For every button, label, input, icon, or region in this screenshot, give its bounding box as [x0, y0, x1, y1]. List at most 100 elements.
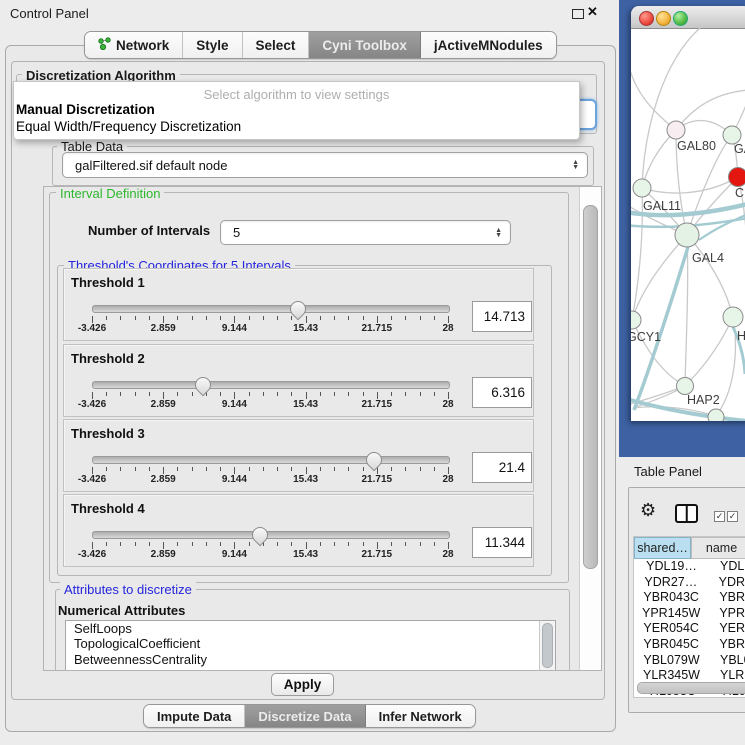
network-node[interactable] — [708, 409, 724, 421]
slider-tick-label: 9.144 — [222, 549, 247, 560]
slider-tick — [334, 316, 335, 320]
tab-jactivemnodules[interactable]: jActiveMNodules — [421, 32, 556, 58]
slider-tick-label: 21.715 — [362, 323, 393, 334]
float-panel-icon[interactable] — [572, 9, 584, 19]
threshold-slider-track[interactable] — [92, 305, 450, 313]
network-edge[interactable] — [642, 177, 738, 193]
tab-select[interactable]: Select — [243, 32, 310, 58]
network-node[interactable] — [631, 311, 641, 329]
zoom-window-icon[interactable] — [673, 11, 688, 26]
table-hscrollbar-thumb[interactable] — [637, 682, 745, 694]
slider-tick — [277, 392, 278, 396]
combo-arrows-icon: ▲▼ — [495, 228, 502, 238]
table-data-combobox-value: galFiltered.sif default node — [75, 158, 227, 173]
network-node[interactable] — [675, 223, 699, 247]
table-row[interactable]: YDR27…YDR2 — [634, 575, 745, 591]
table-data-combobox[interactable]: galFiltered.sif default node ▲▼ — [62, 152, 588, 178]
threshold-panel: Threshold 1-3.4262.8599.14415.4321.71528… — [63, 268, 534, 341]
settings-scrollbar[interactable] — [579, 187, 601, 670]
table-row[interactable]: YER054CYER0 — [634, 621, 745, 637]
slider-tick — [106, 316, 107, 320]
slider-tick — [334, 542, 335, 546]
tab-label: Style — [196, 38, 228, 53]
threshold-slider-thumb[interactable] — [192, 374, 215, 397]
slider-tick — [263, 392, 264, 396]
slider-tick-label: 2.859 — [151, 323, 176, 334]
slider-tick — [391, 392, 392, 396]
number-of-intervals-value: 5 — [233, 225, 240, 240]
threshold-value-field[interactable]: 6.316 — [472, 377, 532, 408]
cell-shared-name: YER054C — [634, 621, 708, 637]
numerical-attributes-list[interactable]: SelfLoopsTopologicalCoefficientBetweenne… — [65, 620, 556, 671]
attribute-list-item[interactable]: TopologicalCoefficient — [66, 636, 555, 651]
table-row[interactable]: YBR043CYBR0 — [634, 590, 745, 606]
tab-discretize-data[interactable]: Discretize Data — [245, 705, 365, 727]
network-node[interactable] — [677, 378, 694, 395]
slider-tick — [149, 467, 150, 471]
gear-icon[interactable]: ⚙ — [640, 501, 656, 519]
table-column-header[interactable]: name — [691, 537, 745, 559]
slider-tick — [163, 316, 164, 323]
close-panel-icon[interactable]: ✕ — [587, 4, 598, 20]
network-edge[interactable] — [687, 235, 733, 317]
tab-infer-network[interactable]: Infer Network — [366, 705, 475, 727]
node-attribute-table[interactable]: shared…name YDL19…YDL1YDR27…YDR2YBR043CY… — [633, 536, 745, 698]
slider-tick — [334, 392, 335, 396]
slider-tick — [92, 392, 93, 399]
attribute-list-item[interactable]: SelfLoops — [66, 621, 555, 636]
algorithm-option[interactable]: Equal Width/Frequency Discretization — [16, 119, 241, 134]
network-edge[interactable] — [699, 214, 745, 240]
network-node[interactable] — [667, 121, 685, 139]
tab-cyni-toolbox[interactable]: Cyni Toolbox — [309, 32, 421, 58]
network-node[interactable] — [633, 179, 651, 197]
algorithm-option[interactable]: Manual Discretization — [16, 102, 155, 117]
attribute-list-item[interactable]: BetweennessCentrality — [66, 652, 555, 667]
threshold-value-field[interactable]: 21.4 — [472, 452, 532, 483]
network-edge[interactable] — [685, 317, 733, 386]
minimize-window-icon[interactable] — [656, 11, 671, 26]
cell-name: YBL0 — [709, 653, 745, 669]
slider-tick — [149, 316, 150, 320]
settings-scrollpane: Interval Definition Number of Intervals … — [43, 186, 602, 671]
network-node[interactable] — [723, 307, 743, 327]
slider-tick — [405, 467, 406, 471]
apply-button[interactable]: Apply — [271, 673, 334, 696]
tab-network[interactable]: Network — [85, 32, 183, 58]
network-node[interactable] — [729, 168, 745, 187]
slider-tick — [377, 316, 378, 323]
unselect-all-checkbox-icon[interactable]: ✓ — [727, 511, 738, 522]
threshold-slider-thumb[interactable] — [249, 524, 272, 547]
slider-tick — [106, 467, 107, 471]
select-all-checkbox-icon[interactable]: ✓ — [714, 511, 725, 522]
tab-label: Select — [256, 38, 296, 53]
slider-tick — [334, 467, 335, 471]
threshold-value-field[interactable]: 11.344 — [472, 527, 532, 558]
network-node-label: GAL80 — [677, 139, 716, 153]
number-of-intervals-combobox[interactable]: 5 ▲▼ — [220, 220, 511, 245]
tab-style[interactable]: Style — [183, 32, 242, 58]
tab-impute-data[interactable]: Impute Data — [144, 705, 245, 727]
attributes-list-scrollbar[interactable] — [539, 621, 555, 670]
close-window-icon[interactable] — [639, 11, 654, 26]
cell-name: YPR1 — [708, 606, 745, 622]
threshold-slider-track[interactable] — [92, 381, 450, 389]
tab-label: jActiveMNodules — [434, 38, 543, 53]
table-row[interactable]: YBL079WYBL0 — [634, 653, 745, 669]
slider-tick — [234, 467, 235, 474]
slider-tick — [391, 316, 392, 320]
network-canvas[interactable]: GAL80GACGAL11GAL4GCY1HHAP2 — [631, 28, 745, 421]
table-row[interactable]: YPR145WYPR1 — [634, 606, 745, 622]
table-row[interactable]: YDL19…YDL1 — [634, 559, 745, 575]
slider-tick — [291, 542, 292, 546]
network-edge[interactable] — [631, 70, 676, 130]
table-row[interactable]: YBR045CYBR0 — [634, 637, 745, 653]
table-column-header[interactable]: shared… — [634, 537, 691, 559]
network-window-titlebar[interactable] — [631, 6, 745, 29]
threshold-slider-thumb[interactable] — [363, 449, 386, 472]
threshold-value-field[interactable]: 14.713 — [472, 301, 532, 332]
threshold-slider-track[interactable] — [92, 531, 450, 539]
settings-scrollbar-thumb[interactable] — [583, 205, 598, 569]
threshold-slider-track[interactable] — [92, 456, 450, 464]
network-edge[interactable] — [632, 188, 642, 320]
columns-icon[interactable] — [675, 504, 698, 523]
